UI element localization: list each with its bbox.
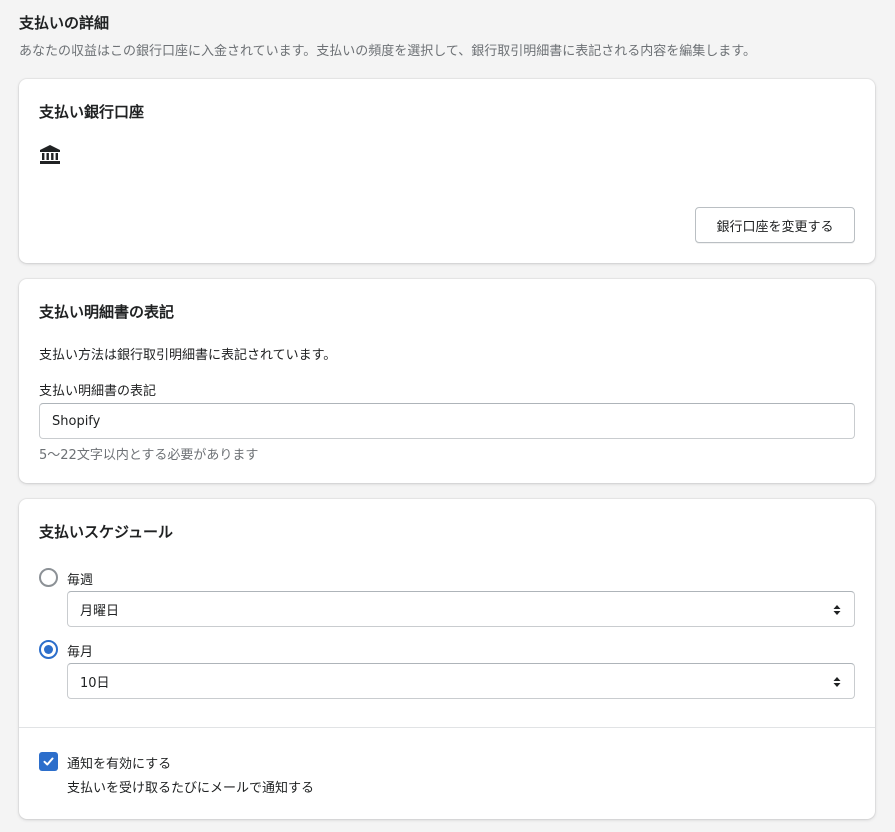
section-description: あなたの収益はこの銀行口座に入金されています。支払いの頻度を選択して、銀行取引明… [19,44,756,59]
statement-descriptor-title: 支払い明細書の表記 [39,303,175,321]
weekday-select[interactable]: 月曜日 [67,591,855,627]
weekday-select-value: 月曜日 [80,603,120,619]
monthly-radio[interactable] [39,640,58,659]
statement-descriptor-description: 支払い方法は銀行取引明細書に表記されています。 [39,348,337,363]
statement-descriptor-help-text: 5〜22文字以内とする必要があります [39,448,259,463]
section-title: 支払いの詳細 [19,14,110,32]
change-bank-account-button[interactable]: 銀行口座を変更する [695,207,855,243]
card-divider [19,727,875,728]
select-caret-icon [833,605,841,615]
statement-descriptor-card: 支払い明細書の表記 支払い方法は銀行取引明細書に表記されています。 支払い明細書… [19,279,875,483]
checkmark-icon [43,757,54,766]
bank-account-card: 支払い銀行口座 銀行口座を変更する [19,79,875,263]
select-caret-icon [833,677,841,687]
weekly-radio[interactable] [39,568,58,587]
payout-schedule-card: 支払いスケジュール 毎週 月曜日 毎月 10日 通知を有効にする 支払いを受け取… [19,499,875,819]
payout-schedule-title: 支払いスケジュール [39,523,173,541]
day-of-month-select[interactable]: 10日 [67,663,855,699]
bank-icon [40,145,60,164]
statement-descriptor-field-label: 支払い明細書の表記 [39,384,157,399]
enable-notifications-checkbox[interactable] [39,752,58,771]
bank-account-title: 支払い銀行口座 [39,103,145,121]
statement-descriptor-input[interactable] [39,403,855,439]
enable-notifications-label: 通知を有効にする [67,757,172,772]
monthly-radio-label: 毎月 [67,645,94,660]
day-of-month-select-value: 10日 [80,675,110,691]
weekly-radio-label: 毎週 [67,573,94,588]
enable-notifications-help: 支払いを受け取るたびにメールで通知する [67,781,315,796]
